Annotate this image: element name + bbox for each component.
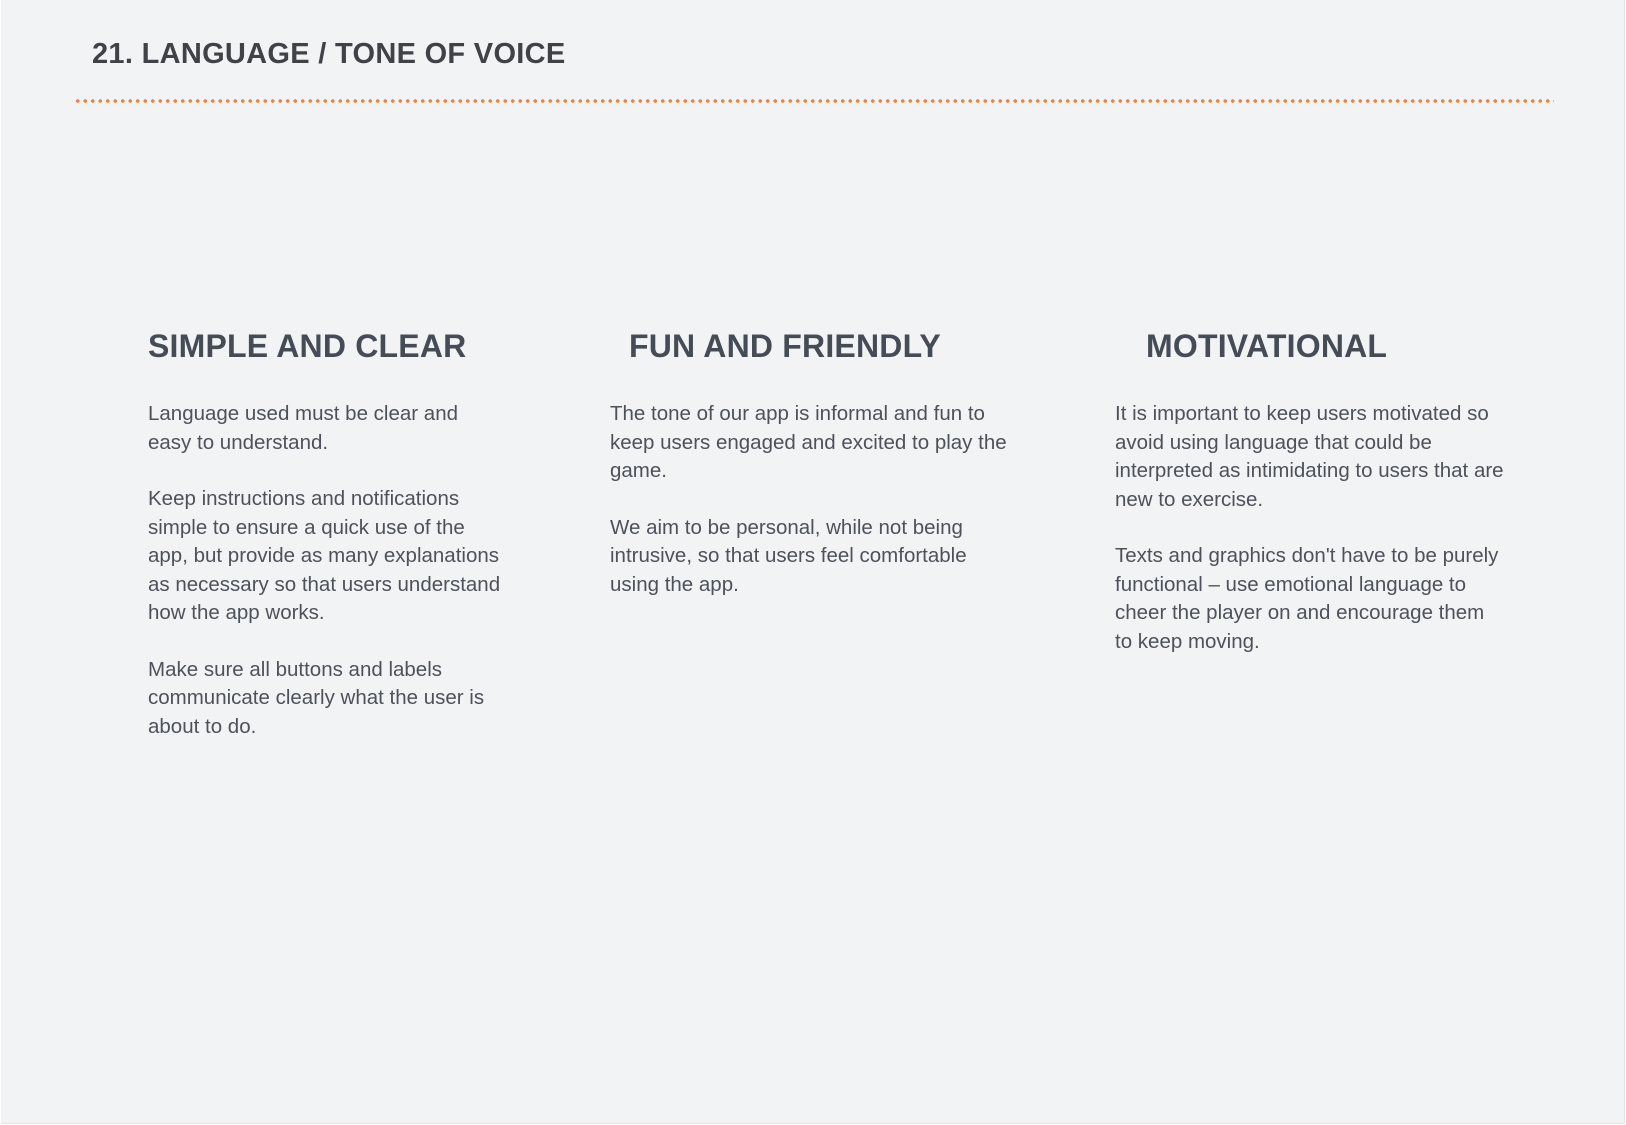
column-heading: MOTIVATIONAL [1146,328,1388,364]
paragraph: Language used must be clear and easy to … [148,402,459,454]
column-body: The tone of our app is informal and fun … [610,400,1010,627]
paragraph: Keep instructions and notifications simp… [148,487,501,624]
document-page: 21. LANGUAGE / TONE OF VOICE SIMPLE AND … [1,0,1625,1124]
paragraph: We aim to be personal, while not being i… [610,515,967,596]
paragraph: The tone of our app is informal and fun … [610,402,1007,482]
column-heading: FUN AND FRIENDLY [629,328,941,364]
paragraph: Make sure all buttons and labels communi… [148,657,485,738]
column-body: Language used must be clear and easy to … [148,400,503,769]
paragraph: It is important to keep users motivated … [1115,402,1504,511]
paragraph: Texts and graphics don't have to be pure… [1115,544,1499,653]
page-title: 21. LANGUAGE / TONE OF VOICE [92,38,566,70]
dotted-divider [74,99,1554,103]
column-heading: SIMPLE AND CLEAR [148,328,467,364]
column-body: It is important to keep users motivated … [1115,400,1507,684]
